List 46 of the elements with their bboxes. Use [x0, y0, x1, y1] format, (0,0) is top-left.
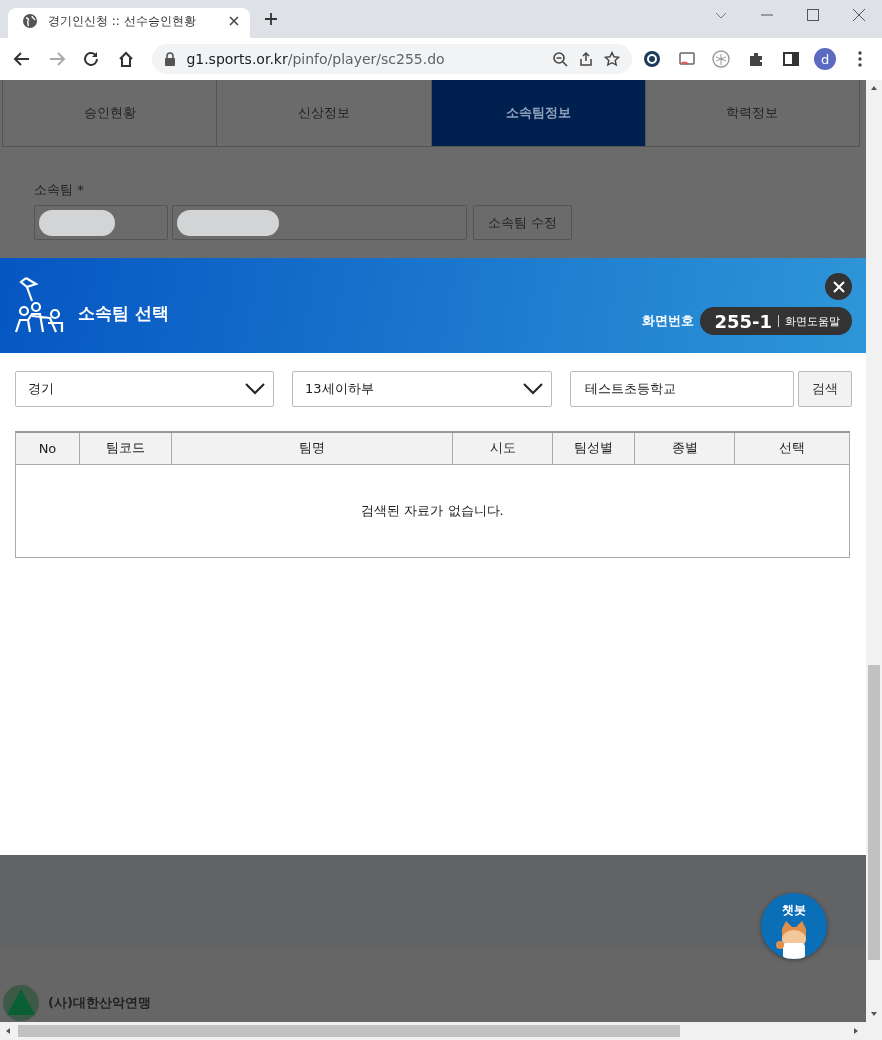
zoom-icon[interactable] — [551, 51, 568, 67]
column-header: 팀명 — [171, 432, 453, 464]
triangle-logo-icon — [2, 984, 40, 1022]
globe-icon — [22, 13, 38, 29]
cast-icon[interactable] — [677, 50, 696, 68]
scrollbar-thumb[interactable] — [18, 1025, 680, 1037]
search-button[interactable]: 검색 — [798, 371, 852, 407]
scrollbar-thumb[interactable] — [868, 665, 880, 960]
field-label: 소속팀 * — [34, 181, 85, 199]
share-icon[interactable] — [577, 51, 594, 67]
reload-icon[interactable] — [82, 50, 101, 68]
close-icon[interactable] — [228, 15, 240, 27]
team-code-field[interactable] — [34, 205, 168, 240]
close-icon — [832, 280, 845, 293]
lock-icon — [164, 52, 177, 66]
star-icon[interactable] — [603, 51, 620, 67]
chatbot-button[interactable]: 챗봇 — [761, 893, 827, 959]
close-icon[interactable] — [852, 8, 866, 22]
column-header: 팀코드 — [79, 432, 172, 464]
profile-avatar[interactable]: d — [814, 48, 837, 70]
region-select[interactable]: 경기 — [15, 371, 274, 407]
screen-number: 255-1 — [714, 310, 772, 332]
column-header: No — [15, 432, 80, 464]
screen-help-link[interactable]: 화면도움말 — [785, 313, 840, 329]
column-header: 선택 — [734, 432, 850, 464]
column-header: 팀성별 — [552, 432, 635, 464]
empty-message: 검색된 자료가 없습니다. — [15, 464, 850, 557]
organization-name: (사)대한산악연맹 — [48, 994, 151, 1012]
screen-number-label: 화면번호 — [642, 312, 695, 330]
chevron-down-icon — [245, 383, 265, 395]
search-field[interactable]: 테스트초등학교 — [570, 371, 794, 407]
maximize-icon[interactable] — [806, 8, 820, 22]
column-header: 종별 — [634, 432, 735, 464]
close-button[interactable] — [825, 273, 852, 300]
modal-title: 소속팀 선택 — [78, 302, 169, 325]
page-tab[interactable]: 소속팀정보 — [431, 80, 646, 146]
back-icon[interactable] — [13, 50, 32, 68]
team-name-field[interactable] — [172, 205, 467, 240]
division-select[interactable]: 13세이하부 — [292, 371, 552, 407]
select-value: 경기 — [28, 380, 54, 398]
sidebar-icon[interactable] — [781, 50, 800, 68]
plus-icon[interactable] — [264, 12, 278, 26]
chevron-down-icon — [523, 383, 543, 395]
column-header: 시도 — [452, 432, 553, 464]
select-value: 13세이하부 — [305, 380, 374, 398]
more-icon[interactable] — [857, 51, 862, 67]
